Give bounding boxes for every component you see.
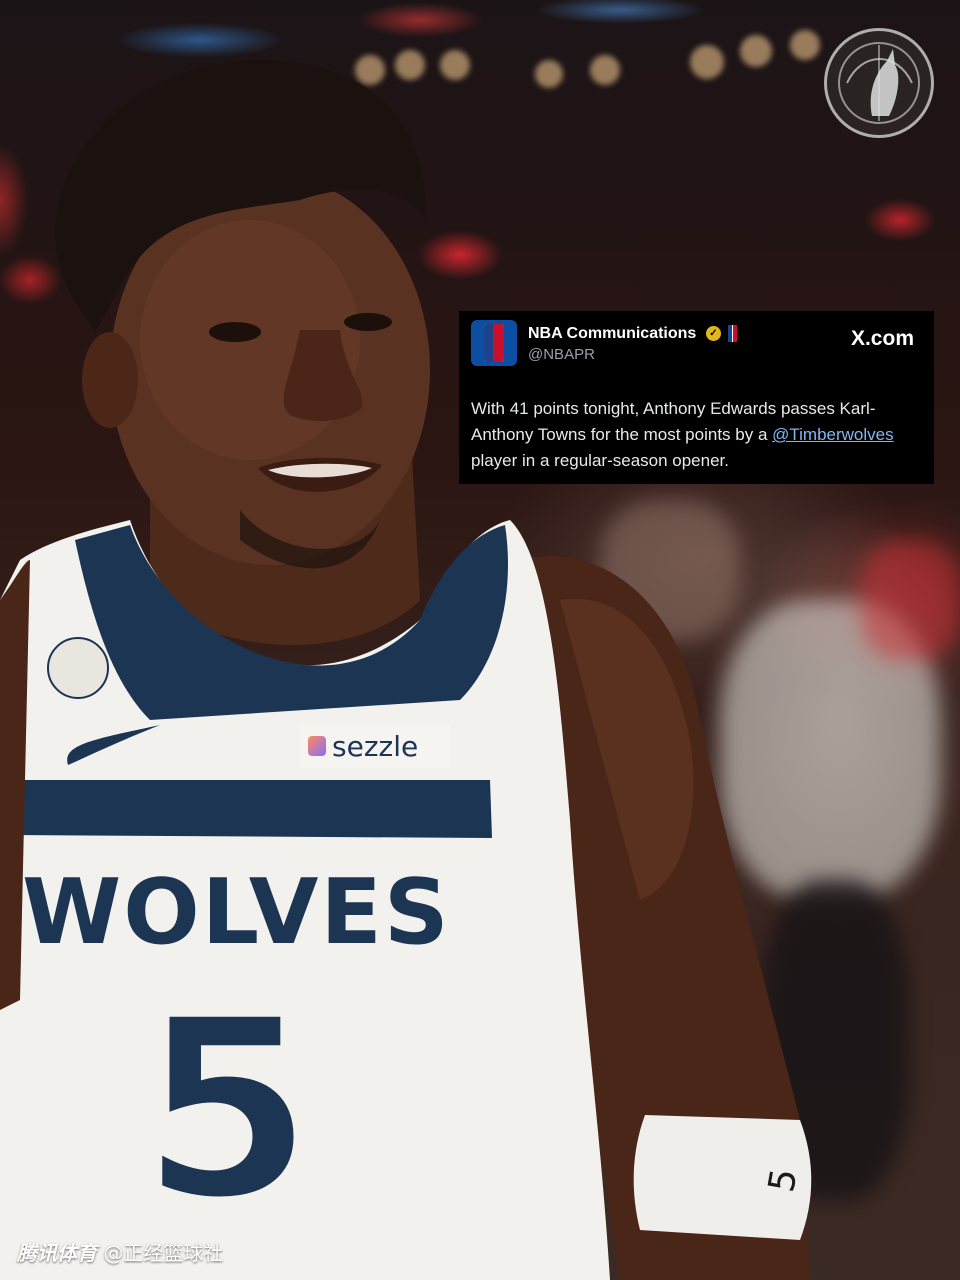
watermark-account: @正经篮球社: [103, 1241, 224, 1265]
timberwolves-logo-icon: [824, 28, 934, 138]
tweet-mention-link[interactable]: @Timberwolves: [772, 425, 893, 444]
tweet-author-handle: @NBAPR: [528, 346, 595, 363]
tweet-text: With 41 points tonight, Anthony Edwards …: [471, 396, 926, 474]
tweet-text-end: player in a regular-season opener.: [471, 451, 729, 470]
sezzle-logo-icon: [308, 736, 326, 756]
watermark: 腾讯体育 @正经篮球社: [17, 1237, 223, 1266]
sponsor-name: sezzle: [332, 730, 419, 763]
verified-badge-icon: ✓: [706, 326, 721, 341]
jersey-team-text: WOLVES: [22, 860, 451, 965]
tweet-author-name: NBA Communications: [528, 325, 697, 342]
jersey-number: 5: [137, 964, 317, 1255]
x-site-label: X.com: [850, 327, 914, 350]
watermark-brand: 腾讯体育: [17, 1241, 97, 1265]
nba-badge-icon: [728, 325, 737, 342]
nba-logo-avatar-icon: [471, 320, 517, 366]
tweet-card: NBA Communications ✓ @NBAPR X.com With 4…: [459, 311, 934, 484]
sponsor-patch: sezzle: [300, 724, 450, 768]
